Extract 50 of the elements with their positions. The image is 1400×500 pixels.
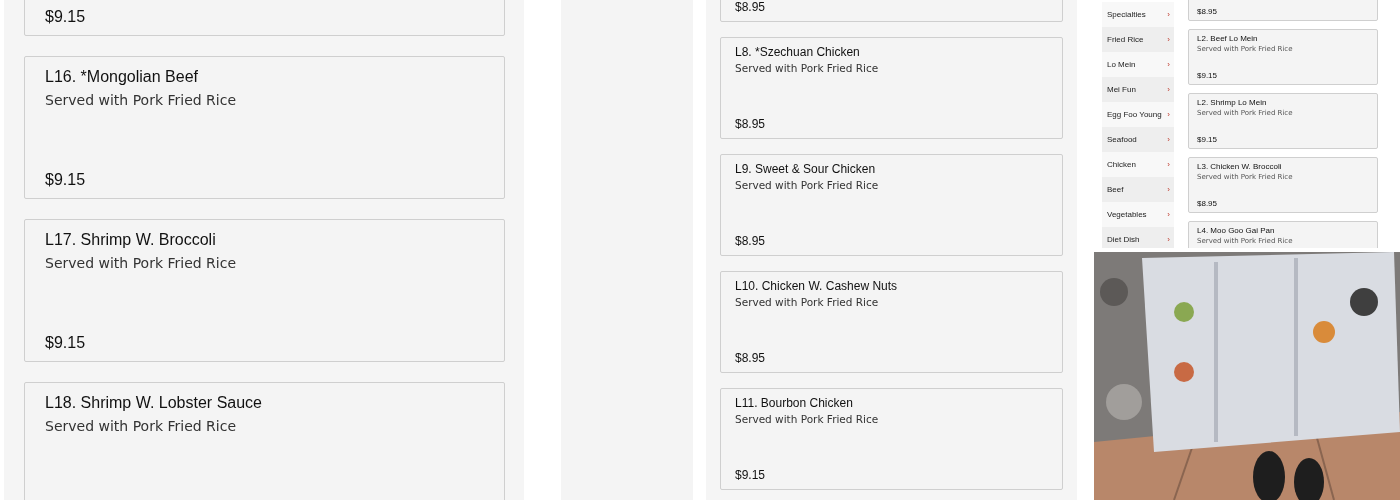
menu-card[interactable]: L11. Bourbon Chicken Served with Pork Fried Rice $9.15 <box>720 388 1063 490</box>
menu-card[interactable]: L9. Sweet & Sour Chicken Served with Pork Fried Rice $8.95 <box>720 154 1063 256</box>
item-title: L16. *Mongolian Beef <box>45 67 199 87</box>
category-item[interactable]: Chicken › <box>1102 152 1174 177</box>
category-item[interactable]: Fried Rice › <box>1102 27 1174 52</box>
menu-card[interactable]: L10. Chicken W. Cashew Nuts Served with Pork Fried Rice $8.95 <box>720 271 1063 373</box>
item-title: L9. Sweet & Sour Chicken <box>735 162 877 177</box>
menu-card[interactable]: L17. Shrimp W. Broccoli Served with Pork Fried Rice $9.15 <box>24 219 505 362</box>
category-item[interactable]: Mei Fun › <box>1102 77 1174 102</box>
category-item[interactable]: Vegetables › <box>1102 202 1174 227</box>
item-price: $9.15 <box>45 170 87 190</box>
menu-card[interactable]: L18. Shrimp W. Lobster Sauce Served with Pork Fried Rice <box>24 382 505 500</box>
item-description: Served with Pork Fried Rice <box>735 413 880 427</box>
item-price: $9.15 <box>1197 135 1219 145</box>
item-description: Served with Pork Fried Rice <box>45 418 238 436</box>
item-price: $9.15 <box>735 468 767 483</box>
item-price: $8.95 <box>1197 7 1219 17</box>
item-title: L10. Chicken W. Cashew Nuts <box>735 279 899 294</box>
item-title: L3. Chicken W. Broccoli <box>1197 162 1283 172</box>
item-description: Served with Pork Fried Rice <box>45 92 238 110</box>
item-title: L2. Beef Lo Mein <box>1197 34 1259 44</box>
item-title: L17. Shrimp W. Broccoli <box>45 230 217 250</box>
category-item[interactable]: Egg Foo Young › <box>1102 102 1174 127</box>
category-item[interactable]: Diet Dish › <box>1102 227 1174 248</box>
item-description: Served with Pork Fried Rice <box>45 255 238 273</box>
category-item[interactable]: Lo Mein › <box>1102 52 1174 77</box>
item-price: $9.15 <box>45 7 87 27</box>
menu-card[interactable]: $9.15 <box>24 0 505 36</box>
item-price: $9.15 <box>1197 71 1219 81</box>
item-price: $8.95 <box>735 117 767 132</box>
item-price: $8.95 <box>735 0 767 15</box>
item-price: $9.15 <box>45 333 87 353</box>
category-item[interactable]: Seafood › <box>1102 127 1174 152</box>
item-description: Served with Pork Fried Rice <box>735 62 880 76</box>
item-price: $8.95 <box>735 234 767 249</box>
item-price: $8.95 <box>735 351 767 366</box>
item-price: $8.95 <box>1197 199 1219 209</box>
menu-card[interactable]: $8.95 <box>720 0 1063 22</box>
menu-card[interactable]: $8.95 <box>1188 0 1378 21</box>
item-description: Served with Pork Fried Rice <box>735 179 880 193</box>
menu-card[interactable]: L8. *Szechuan Chicken Served with Pork Fried Rice $8.95 <box>720 37 1063 139</box>
item-title: L2. Shrimp Lo Mein <box>1197 98 1268 108</box>
item-title: L11. Bourbon Chicken <box>735 396 854 411</box>
item-title: L18. Shrimp W. Lobster Sauce <box>45 393 263 413</box>
category-item[interactable]: Specialties › <box>1102 2 1174 27</box>
menu-card[interactable]: L16. *Mongolian Beef Served with Pork Fried Rice $9.15 <box>24 56 505 199</box>
item-title: L4. Moo Goo Gai Pan <box>1197 226 1276 236</box>
category-item[interactable]: Beef › <box>1102 177 1174 202</box>
item-title: L8. *Szechuan Chicken <box>735 45 861 60</box>
item-description: Served with Pork Fried Rice <box>735 296 880 310</box>
